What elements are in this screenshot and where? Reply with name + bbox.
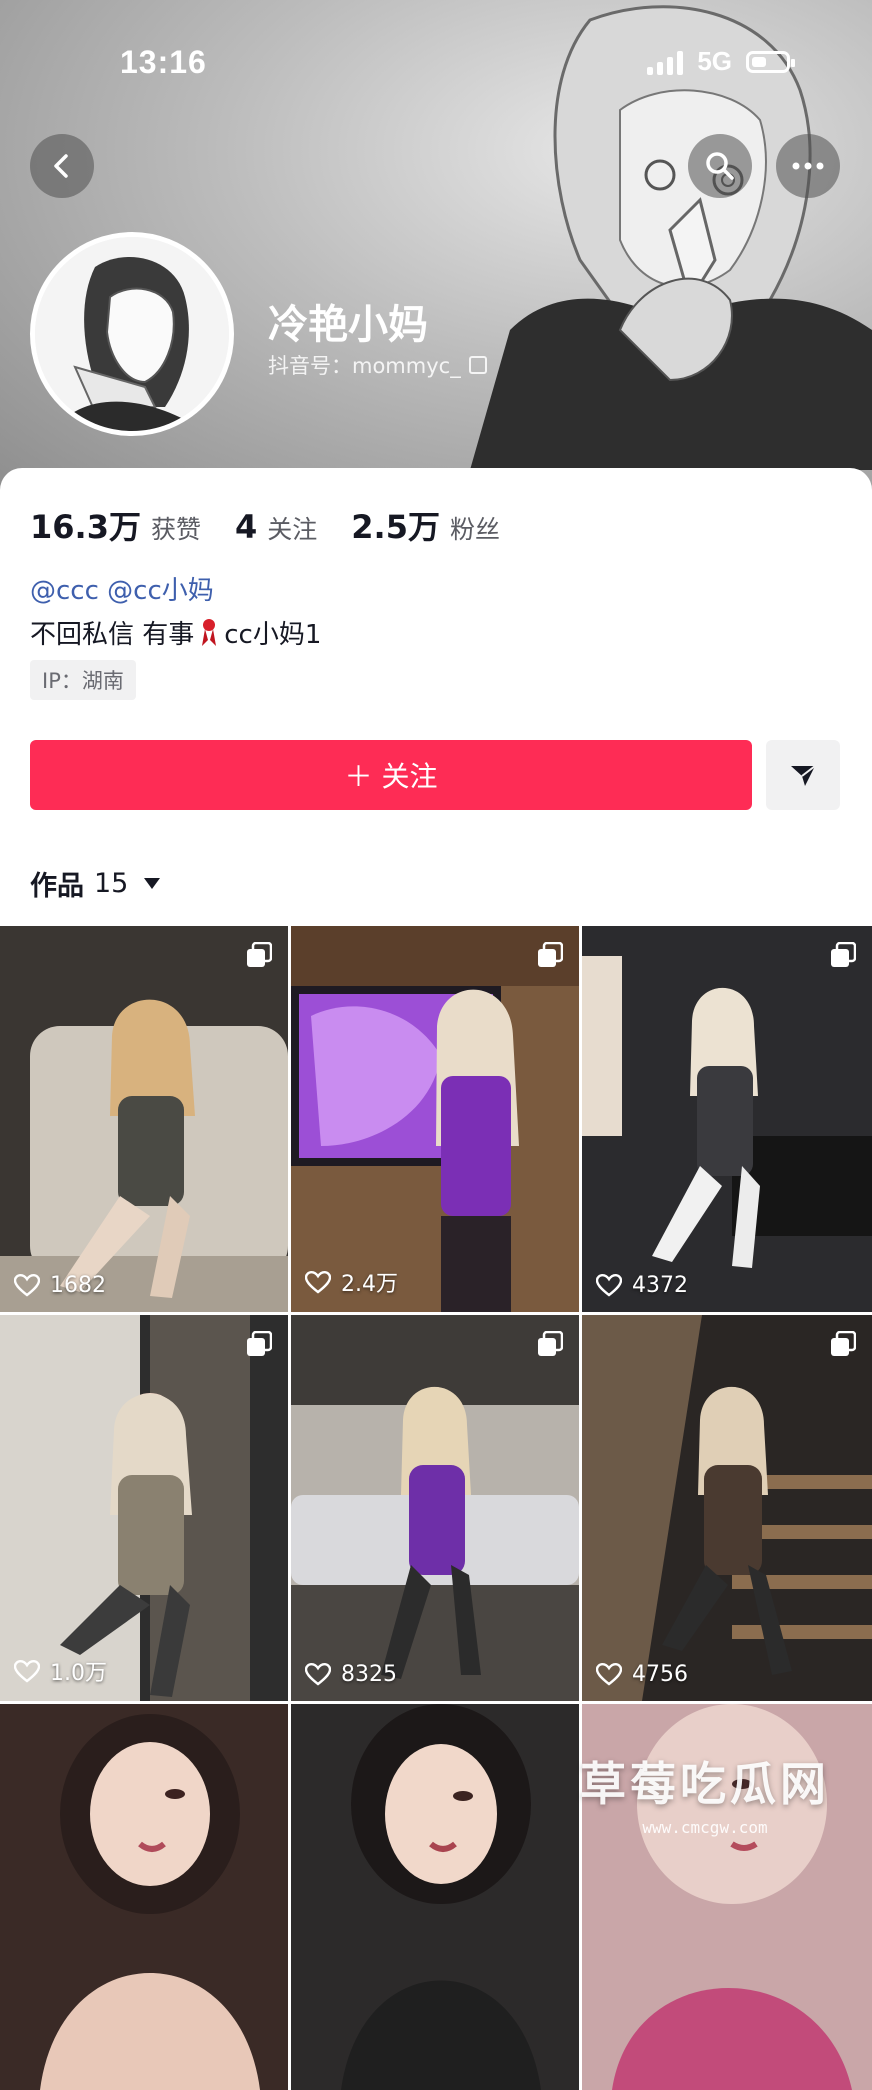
works-tab-label: 作品 <box>30 871 84 902</box>
follow-button[interactable]: ＋ 关注 <box>30 740 752 810</box>
like-count: 4372 <box>596 1273 688 1298</box>
battery-icon <box>746 50 795 73</box>
status-indicators: 5G <box>647 46 795 77</box>
ribbon-icon <box>202 618 217 646</box>
bio-text-start: 不回私信 有事 <box>30 620 195 650</box>
watermark: 草莓吃瓜网 www.cmcgw.com <box>560 1748 850 1837</box>
thumbnail-image <box>582 1315 872 1701</box>
bio-text-end: cc小妈1 <box>224 620 322 650</box>
video-thumbnail[interactable]: 1.0万 <box>0 1315 288 1701</box>
multi-image-icon <box>538 942 563 967</box>
like-count-text: 4756 <box>632 1662 688 1687</box>
video-grid: 1682 2.4万 4372 1.0万 8325 4756 <box>0 926 872 2090</box>
multi-image-icon <box>247 942 272 967</box>
like-count: 2.4万 <box>305 1266 398 1298</box>
heart-icon <box>14 1659 40 1683</box>
video-thumbnail[interactable] <box>0 1704 288 2090</box>
stat-value: 4 <box>234 508 258 546</box>
like-count-text: 2.4万 <box>341 1272 398 1297</box>
heart-icon <box>305 1663 331 1686</box>
back-button[interactable] <box>30 134 94 198</box>
share-button[interactable] <box>766 740 840 810</box>
heart-icon <box>14 1274 40 1297</box>
video-thumbnail[interactable]: 1682 <box>0 926 288 1312</box>
watermark-url: www.cmcgw.com <box>642 1818 768 1837</box>
multi-image-icon <box>831 942 856 967</box>
douyin-id-text: 抖音号：mommyc_ <box>268 354 461 378</box>
douyin-id[interactable]: 抖音号：mommyc_ <box>268 350 487 380</box>
stat-value: 2.5万 <box>351 508 440 546</box>
like-count: 4756 <box>596 1662 688 1687</box>
heart-icon <box>596 1663 622 1686</box>
like-count: 8325 <box>305 1662 397 1687</box>
status-time: 13:16 <box>120 44 207 80</box>
profile-stats: 16.3万 获赞 4 关注 2.5万 粉丝 <box>30 502 534 548</box>
back-arrow-icon <box>54 154 68 178</box>
bio-text: 不回私信 有事 cc小妈1 <box>30 614 321 651</box>
thumbnail-image <box>0 926 288 1312</box>
search-icon <box>706 152 734 180</box>
share-arrow-icon <box>791 765 816 786</box>
video-thumbnail[interactable]: 2.4万 <box>291 926 579 1312</box>
works-count: 15 <box>94 868 129 899</box>
like-count: 1.0万 <box>14 1655 107 1687</box>
thumbnail-image <box>0 1704 288 2090</box>
multi-image-icon <box>538 1331 563 1356</box>
dropdown-caret-icon <box>144 878 161 889</box>
profile-banner: 13:16 5G 冷艳小妈 抖音号：mommyc_ <box>0 0 872 500</box>
like-count-text: 8325 <box>341 1662 397 1687</box>
video-thumbnail[interactable]: 4372 <box>582 926 872 1312</box>
like-count: 1682 <box>14 1273 106 1298</box>
bio-mentions[interactable]: @ccc @cc小妈 <box>30 570 214 607</box>
copy-icon[interactable] <box>468 356 487 374</box>
stat-value: 16.3万 <box>30 508 141 546</box>
works-tab[interactable]: 作品 15 <box>30 864 161 903</box>
stat-following[interactable]: 4 关注 <box>235 508 317 546</box>
thumbnail-image <box>0 1315 288 1701</box>
nickname: 冷艳小妈 <box>268 302 428 348</box>
multi-image-icon <box>247 1331 272 1356</box>
like-count-text: 1682 <box>50 1273 106 1298</box>
thumbnail-image <box>291 1315 579 1701</box>
like-count-text: 1.0万 <box>50 1661 107 1686</box>
stat-label: 粉丝 <box>449 515 500 544</box>
like-count-text: 4372 <box>632 1273 688 1298</box>
avatar[interactable] <box>30 232 234 436</box>
more-icon <box>792 162 824 170</box>
search-button[interactable] <box>688 134 752 198</box>
video-thumbnail[interactable]: 4756 <box>582 1315 872 1701</box>
watermark-title: 草莓吃瓜网 <box>580 1757 830 1811</box>
multi-image-icon <box>831 1331 856 1356</box>
network-type: 5G <box>697 46 732 76</box>
stat-label: 获赞 <box>150 515 201 544</box>
avatar-illustration <box>35 237 229 431</box>
stat-followers[interactable]: 2.5万 粉丝 <box>351 502 500 548</box>
follow-button-label: ＋ 关注 <box>344 760 438 793</box>
heart-icon <box>596 1274 622 1297</box>
thumbnail-image <box>291 926 579 1312</box>
stat-likes[interactable]: 16.3万 获赞 <box>30 502 201 548</box>
signal-icon <box>647 49 684 75</box>
video-thumbnail[interactable] <box>291 1704 579 2090</box>
stat-label: 关注 <box>267 515 318 544</box>
heart-icon <box>305 1270 331 1294</box>
thumbnail-image <box>291 1704 579 2090</box>
thumbnail-image <box>582 926 872 1312</box>
video-thumbnail[interactable]: 8325 <box>291 1315 579 1701</box>
ip-location-tag: IP：湖南 <box>30 660 136 700</box>
more-button[interactable] <box>776 134 840 198</box>
